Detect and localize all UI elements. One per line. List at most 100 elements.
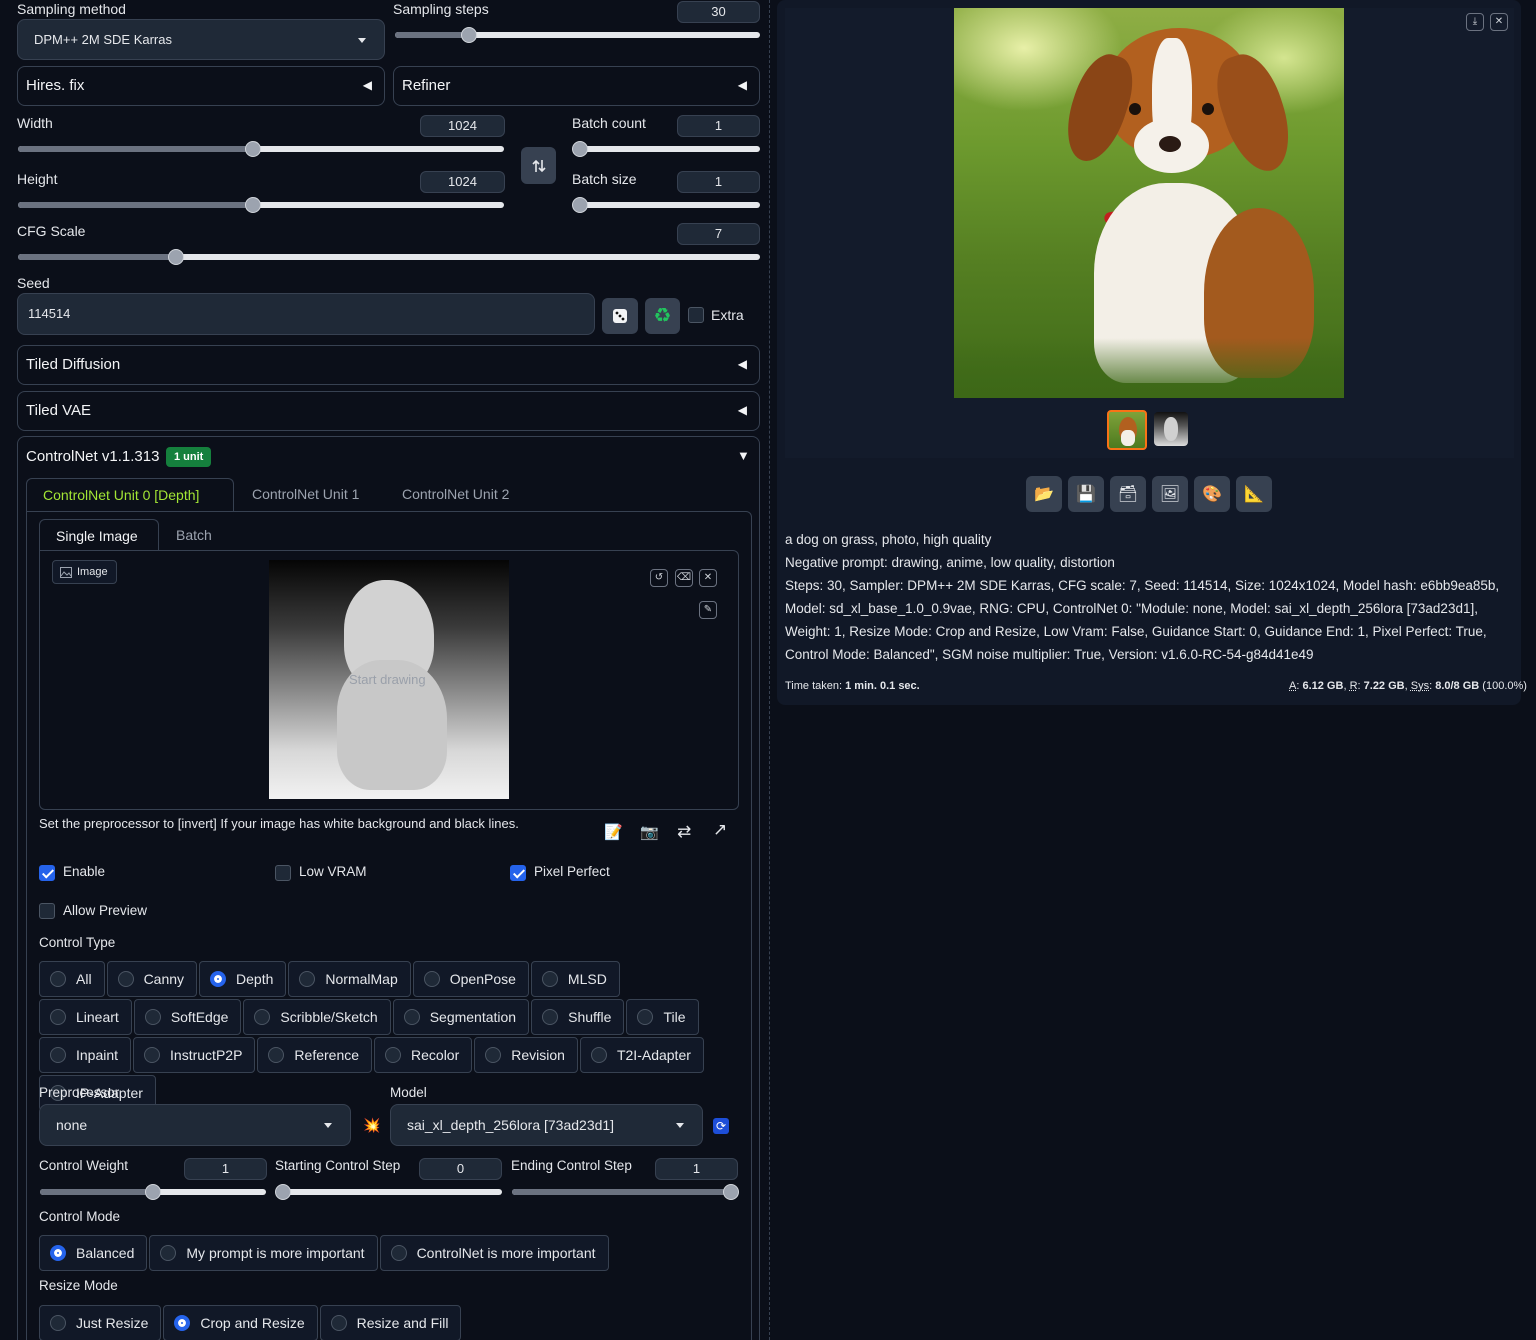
model-dropdown[interactable]: sai_xl_depth_256lora [73ad23d1] [390, 1104, 703, 1146]
width-input[interactable]: 1024 [420, 115, 505, 137]
zip-button[interactable]: 🗃 [1110, 476, 1146, 512]
camera-icon[interactable]: 📷 [640, 823, 659, 841]
control-mode-option[interactable]: My prompt is more important [149, 1235, 378, 1271]
sampling-steps-slider[interactable] [395, 27, 760, 43]
send-dimensions-icon[interactable]: ↗ [713, 820, 727, 840]
control-type-option[interactable]: All [39, 961, 105, 997]
control-type-option[interactable]: Revision [474, 1037, 578, 1073]
reuse-seed-button[interactable]: ♻ [645, 298, 680, 334]
sampling-method-label: Sampling method [17, 1, 126, 17]
low-vram-checkbox[interactable] [275, 865, 291, 881]
swap-dimensions-button[interactable] [521, 147, 556, 184]
tab-controlnet-unit-0[interactable]: ControlNet Unit 0 [Depth] [26, 478, 234, 512]
pixel-perfect-checkbox[interactable] [510, 865, 526, 881]
depth-map-image[interactable]: Start drawing [269, 560, 509, 799]
generated-image[interactable] [954, 8, 1344, 398]
save-button[interactable]: 💾 [1068, 476, 1104, 512]
close-icon[interactable]: ✕ [699, 569, 717, 587]
batch-size-slider[interactable] [572, 197, 760, 213]
thumbnail-depth-map[interactable] [1154, 412, 1188, 446]
batch-size-input[interactable]: 1 [677, 171, 760, 193]
control-type-option[interactable]: Depth [199, 961, 287, 997]
tab-controlnet-unit-1[interactable]: ControlNet Unit 1 [252, 486, 359, 502]
notepad-icon[interactable]: 📝 [604, 823, 623, 841]
control-type-option[interactable]: Scribble/Sketch [243, 999, 391, 1035]
tiled-vae-accordion[interactable]: Tiled VAE ◀ [17, 391, 760, 431]
seed-input[interactable]: 114514 [17, 293, 595, 335]
random-seed-button[interactable] [602, 298, 638, 334]
ending-step-slider[interactable] [512, 1184, 739, 1200]
sampling-method-dropdown[interactable]: DPM++ 2M SDE Karras [17, 19, 385, 60]
sampling-method-value: DPM++ 2M SDE Karras [34, 32, 172, 47]
control-type-option[interactable]: Reference [257, 1037, 373, 1073]
tab-controlnet-unit-2[interactable]: ControlNet Unit 2 [402, 486, 509, 502]
resize-mode-option[interactable]: Resize and Fill [319, 1305, 462, 1340]
hires-fix-accordion[interactable]: Hires. fix ◀ [17, 66, 385, 106]
ending-step-label: Ending Control Step [511, 1158, 632, 1173]
extra-seed-checkbox[interactable] [688, 307, 704, 323]
control-type-option[interactable]: Inpaint [39, 1037, 132, 1073]
run-preprocessor-icon[interactable]: 💥 [363, 1117, 380, 1134]
control-mode-option[interactable]: Balanced [39, 1235, 148, 1271]
batch-count-input[interactable]: 1 [677, 115, 760, 137]
download-icon[interactable]: ⤓ [1466, 13, 1484, 31]
preprocessor-dropdown[interactable]: none [39, 1104, 351, 1146]
allow-preview-label: Allow Preview [63, 903, 148, 918]
caret-left-icon: ◀ [737, 78, 747, 92]
chevron-down-icon [676, 1123, 684, 1128]
eraser-icon[interactable]: ⌫ [675, 569, 693, 587]
control-type-option[interactable]: NormalMap [288, 961, 411, 997]
control-mode-option[interactable]: ControlNet is more important [379, 1235, 609, 1271]
control-type-option[interactable]: Lineart [39, 999, 132, 1035]
control-type-option[interactable]: SoftEdge [133, 999, 242, 1035]
control-type-option[interactable]: Canny [106, 961, 198, 997]
cfg-scale-input[interactable]: 7 [677, 223, 760, 245]
close-icon[interactable]: ✕ [1490, 13, 1508, 31]
control-type-option[interactable]: Recolor [374, 1037, 473, 1073]
open-folder-button[interactable]: 📂 [1026, 476, 1062, 512]
control-type-option[interactable]: T2I-Adapter [579, 1037, 704, 1073]
starting-step-input[interactable]: 0 [419, 1158, 502, 1180]
control-type-option[interactable]: Tile [626, 999, 699, 1035]
width-slider[interactable] [18, 141, 504, 157]
swap-vertical-icon [531, 159, 546, 172]
sampling-steps-input[interactable]: 30 [677, 1, 760, 23]
caret-down-icon[interactable]: ▼ [737, 448, 750, 463]
cfg-scale-slider[interactable] [18, 249, 760, 265]
vram-percent: (100.0%) [1482, 680, 1527, 692]
thumbnail-generated[interactable] [1107, 410, 1147, 450]
radio-indicator [385, 1047, 402, 1063]
send-to-inpaint-button[interactable]: 🎨 [1194, 476, 1230, 512]
control-weight-input[interactable]: 1 [184, 1158, 267, 1180]
resize-mode-option-label: Just Resize [76, 1315, 149, 1331]
height-slider[interactable] [18, 197, 504, 213]
resize-mode-option[interactable]: Crop and Resize [163, 1305, 318, 1340]
undo-icon[interactable]: ↺ [650, 569, 668, 587]
control-type-option[interactable]: InstructP2P [133, 1037, 256, 1073]
send-to-img2img-button[interactable]: 🖼 [1152, 476, 1188, 512]
brush-icon[interactable]: ✎ [699, 601, 717, 619]
control-weight-slider[interactable] [40, 1184, 266, 1200]
starting-step-slider[interactable] [275, 1184, 502, 1200]
control-type-option[interactable]: MLSD [530, 961, 620, 997]
refresh-models-icon[interactable]: ⟳ [713, 1118, 729, 1134]
tiled-diffusion-accordion[interactable]: Tiled Diffusion ◀ [17, 345, 760, 385]
radio-indicator [268, 1047, 285, 1063]
batch-count-slider[interactable] [572, 141, 760, 157]
height-input[interactable]: 1024 [420, 171, 505, 193]
send-to-extras-button[interactable]: 📐 [1236, 476, 1272, 512]
refiner-accordion[interactable]: Refiner ◀ [393, 66, 760, 106]
ending-step-input[interactable]: 1 [655, 1158, 738, 1180]
resize-mode-option[interactable]: Just Resize [39, 1305, 162, 1340]
tab-single-image[interactable]: Single Image [39, 519, 159, 551]
swap-horizontal-icon[interactable]: ⇄ [677, 822, 691, 842]
controlnet-title[interactable]: ControlNet v1.1.313 [26, 448, 159, 465]
control-type-option[interactable]: OpenPose [412, 961, 529, 997]
cfg-scale-label: CFG Scale [17, 223, 86, 239]
tab-batch[interactable]: Batch [176, 527, 212, 543]
allow-preview-checkbox[interactable] [39, 903, 55, 919]
control-type-option[interactable]: Shuffle [531, 999, 625, 1035]
enable-checkbox[interactable] [39, 865, 55, 881]
generation-prompt: a dog on grass, photo, high quality [785, 532, 992, 547]
control-type-option[interactable]: Segmentation [392, 999, 530, 1035]
